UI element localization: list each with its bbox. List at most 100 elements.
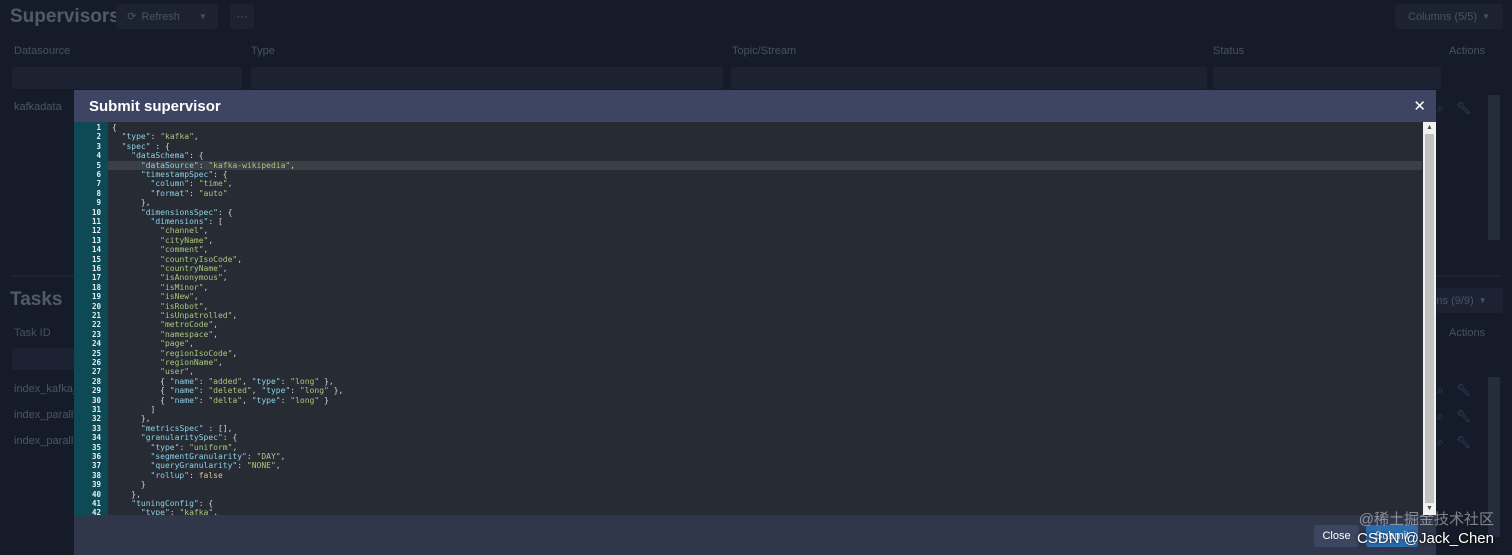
code-text[interactable]: "channel",: [112, 226, 208, 235]
code-line[interactable]: 26 "regionName",: [74, 358, 1422, 367]
code-line[interactable]: 12 "channel",: [74, 226, 1422, 235]
code-text[interactable]: },: [112, 414, 151, 423]
code-text[interactable]: "isRobot",: [112, 302, 208, 311]
code-text[interactable]: "dataSource": "kafka-wikipedia",: [112, 161, 295, 170]
code-text[interactable]: "dimensions": [: [112, 217, 223, 226]
code-line[interactable]: 39 }: [74, 480, 1422, 489]
code-line[interactable]: 27 "user",: [74, 367, 1422, 376]
line-number: 12: [91, 226, 101, 236]
code-line[interactable]: 5 "dataSource": "kafka-wikipedia",: [74, 160, 1422, 170]
code-text[interactable]: "dataSchema": {: [112, 151, 203, 160]
line-number: 24: [91, 339, 101, 349]
code-text[interactable]: "cityName",: [112, 236, 213, 245]
code-line[interactable]: 24 "page",: [74, 339, 1422, 348]
code-line[interactable]: 7 "column": "time",: [74, 179, 1422, 188]
code-text[interactable]: "isMinor",: [112, 283, 208, 292]
code-line[interactable]: 17 "isAnonymous",: [74, 273, 1422, 282]
code-text[interactable]: "isAnonymous",: [112, 273, 227, 282]
code-text[interactable]: "dimensionsSpec": {: [112, 208, 233, 217]
code-line[interactable]: 10 "dimensionsSpec": {: [74, 208, 1422, 217]
code-line[interactable]: 42 "type": "kafka",: [74, 508, 1422, 515]
code-line[interactable]: 25 "regionIsoCode",: [74, 349, 1422, 358]
code-line[interactable]: 35 "type": "uniform",: [74, 443, 1422, 452]
code-line[interactable]: 32 },: [74, 414, 1422, 423]
code-text[interactable]: "page",: [112, 339, 194, 348]
code-text[interactable]: "namespace",: [112, 330, 218, 339]
code-line[interactable]: 8 "format": "auto": [74, 189, 1422, 198]
code-text[interactable]: { "name": "added", "type": "long" },: [112, 377, 333, 386]
code-text[interactable]: "regionName",: [112, 358, 223, 367]
code-text[interactable]: "tuningConfig": {: [112, 499, 213, 508]
code-text[interactable]: "type": "kafka",: [112, 508, 218, 515]
code-text[interactable]: { "name": "delta", "type": "long" }: [112, 396, 329, 405]
code-text[interactable]: "type": "kafka",: [112, 132, 199, 141]
code-line[interactable]: 20 "isRobot",: [74, 302, 1422, 311]
code-line[interactable]: 19 "isNew",: [74, 292, 1422, 301]
code-text[interactable]: "rollup": false: [112, 471, 223, 480]
active-line-highlight: [108, 160, 1422, 170]
code-text[interactable]: "metroCode",: [112, 320, 218, 329]
code-text[interactable]: "format": "auto": [112, 189, 228, 198]
code-text[interactable]: "granularitySpec": {: [112, 433, 237, 442]
code-line[interactable]: 4 "dataSchema": {: [74, 151, 1422, 160]
scroll-up-icon[interactable]: ▲: [1423, 122, 1436, 134]
code-text[interactable]: "countryName",: [112, 264, 227, 273]
code-line[interactable]: 29 { "name": "deleted", "type": "long" }…: [74, 386, 1422, 395]
code-text[interactable]: "segmentGranularity": "DAY",: [112, 452, 286, 461]
code-text[interactable]: "isUnpatrolled",: [112, 311, 237, 320]
code-text[interactable]: },: [112, 490, 141, 499]
line-number: 40: [91, 489, 101, 499]
code-line[interactable]: 11 "dimensions": [: [74, 217, 1422, 226]
code-line[interactable]: 1{: [74, 123, 1422, 132]
code-text[interactable]: "column": "time",: [112, 179, 233, 188]
code-line[interactable]: 13 "cityName",: [74, 236, 1422, 245]
code-line[interactable]: 30 { "name": "delta", "type": "long" }: [74, 396, 1422, 405]
code-line[interactable]: 15 "countryIsoCode",: [74, 255, 1422, 264]
code-text[interactable]: "metricsSpec" : [],: [112, 424, 233, 433]
code-text[interactable]: {: [112, 123, 117, 132]
code-line[interactable]: 28 { "name": "added", "type": "long" },: [74, 377, 1422, 386]
line-number: 2: [96, 132, 101, 142]
code-text[interactable]: "isNew",: [112, 292, 199, 301]
json-editor[interactable]: 1{2 "type": "kafka", 3 "spec" : {4 "dataS…: [74, 122, 1436, 515]
close-button[interactable]: Close: [1314, 525, 1359, 547]
code-line[interactable]: 36 "segmentGranularity": "DAY",: [74, 452, 1422, 461]
code-line[interactable]: 3 "spec" : {: [74, 142, 1422, 151]
code-text[interactable]: { "name": "deleted", "type": "long" },: [112, 386, 343, 395]
code-line[interactable]: 33 "metricsSpec" : [],: [74, 424, 1422, 433]
editor-scrollbar[interactable]: ▲ ▼: [1423, 122, 1436, 515]
code-text[interactable]: ]: [112, 405, 156, 414]
line-number: 21: [91, 311, 101, 320]
line-number: 26: [91, 358, 101, 367]
code-text[interactable]: "comment",: [112, 245, 208, 254]
code-text[interactable]: "user",: [112, 367, 194, 376]
scroll-thumb[interactable]: [1425, 134, 1434, 503]
code-line[interactable]: 21 "isUnpatrolled",: [74, 311, 1422, 320]
code-line[interactable]: 9 },: [74, 198, 1422, 207]
code-text[interactable]: "countryIsoCode",: [112, 255, 242, 264]
code-text[interactable]: "queryGranularity": "NONE",: [112, 461, 281, 470]
code-line[interactable]: 16 "countryName",: [74, 264, 1422, 273]
code-text[interactable]: "timestampSpec": {: [112, 170, 228, 179]
code-text[interactable]: "type": "uniform",: [112, 443, 238, 452]
line-number: 28: [91, 376, 101, 386]
code-line[interactable]: 14 "comment",: [74, 245, 1422, 254]
code-line[interactable]: 2 "type": "kafka",: [74, 132, 1422, 141]
dialog-header: Submit supervisor ✕: [74, 90, 1436, 122]
code-text[interactable]: "regionIsoCode",: [112, 349, 237, 358]
code-line[interactable]: 41 "tuningConfig": {: [74, 499, 1422, 508]
code-line[interactable]: 38 "rollup": false: [74, 471, 1422, 480]
close-icon[interactable]: ✕: [1413, 97, 1426, 115]
code-text[interactable]: }: [112, 480, 146, 489]
code-text[interactable]: },: [112, 198, 151, 207]
code-line[interactable]: 31 ]: [74, 405, 1422, 414]
code-line[interactable]: 23 "namespace",: [74, 330, 1422, 339]
code-line[interactable]: 40 },: [74, 490, 1422, 499]
code-text[interactable]: "spec" : {: [112, 142, 170, 151]
code-line[interactable]: 34 "granularitySpec": {: [74, 433, 1422, 442]
code-line[interactable]: 37 "queryGranularity": "NONE",: [74, 461, 1422, 470]
code-line[interactable]: 18 "isMinor",: [74, 283, 1422, 292]
code-line[interactable]: 22 "metroCode",: [74, 320, 1422, 329]
code-line[interactable]: 6 "timestampSpec": {: [74, 170, 1422, 179]
code-area[interactable]: 1{2 "type": "kafka", 3 "spec" : {4 "dataS…: [74, 122, 1422, 515]
